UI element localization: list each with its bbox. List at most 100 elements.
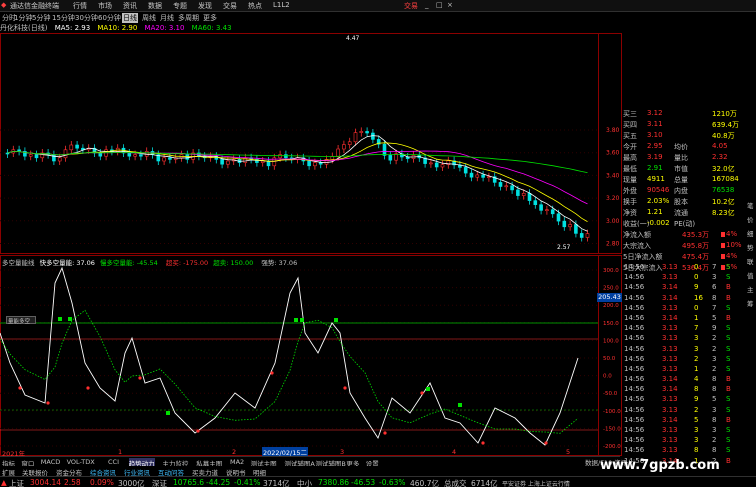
status-news[interactable]: 平安证券 上海上证云行情 (502, 479, 570, 487)
axis-mark-2: 2 (232, 448, 237, 456)
right-tab[interactable]: 联 (747, 256, 754, 266)
period-tab-60min[interactable]: 60分钟 (98, 13, 121, 23)
menu-item-trade[interactable]: 交易 (223, 1, 237, 11)
indicator-tab[interactable]: CCI (108, 458, 119, 466)
candle-body (469, 172, 474, 178)
period-tab-more[interactable]: 更多 (203, 13, 217, 23)
watermark: www.7gpzb.com (600, 458, 720, 473)
quote-value: 4911 (647, 175, 665, 183)
candle-body (556, 213, 561, 222)
menu-item-quote[interactable]: 行情 (73, 1, 87, 11)
tick-volume: 1 (694, 313, 699, 322)
period-tab-daily[interactable]: 日线 (122, 13, 138, 23)
tick-count: 3 (712, 405, 717, 414)
indicator-tab[interactable]: MACD (41, 458, 60, 466)
indicator-value-box: 205.43 (597, 293, 622, 302)
candle-body (516, 189, 520, 196)
tick-row: 14:56 3.14 9 6 B (622, 282, 744, 292)
tick-price: 3.13 (662, 436, 678, 445)
right-tab[interactable]: 势 (747, 242, 754, 252)
tick-time: 14:56 (624, 385, 645, 394)
candle-body (440, 164, 445, 168)
quote-value: 3.11 (647, 120, 663, 128)
tick-count: 8 (712, 293, 717, 302)
menu-item-l1l2[interactable]: L1L2 (273, 1, 290, 9)
tick-direction: B (726, 283, 731, 292)
right-tab[interactable]: 值 (747, 270, 754, 280)
right-tab[interactable]: 筹 (747, 298, 754, 308)
tick-direction: B (726, 456, 731, 465)
period-tab-30min[interactable]: 30分钟 (75, 13, 98, 23)
menu-item-market[interactable]: 市场 (98, 1, 112, 11)
maximize-button[interactable]: □ (436, 1, 443, 9)
tick-direction: S (726, 263, 731, 271)
tick-direction: B (726, 293, 731, 302)
period-tab-multi[interactable]: 多周期 (178, 13, 199, 23)
period-tab-weekly[interactable]: 周线 (142, 13, 156, 23)
flow-value: 475.4万 (682, 253, 710, 261)
period-tab-15min[interactable]: 15分钟 (52, 13, 75, 23)
quote-row: 换手 2.03% 股本 10.2亿 (622, 196, 744, 207)
candle-body (434, 162, 439, 168)
candle-body (336, 148, 340, 157)
tick-volume: 1 (694, 364, 699, 373)
candle-body (307, 160, 311, 167)
menu-item-hot[interactable]: 热点 (248, 1, 262, 11)
right-tab[interactable]: 主 (747, 284, 754, 294)
period-selector: 分时 1分钟 5分钟 15分钟 30分钟 60分钟 日线 周线 月线 多周期 更… (0, 12, 600, 23)
candle-body (562, 220, 567, 228)
quote-label: 买三 (623, 110, 637, 118)
period-tab-1min[interactable]: 1分钟 (14, 13, 32, 23)
tick-volume: 0 (694, 273, 699, 282)
right-tab[interactable]: 价 (747, 214, 754, 224)
period-tab-5min[interactable]: 5分钟 (32, 13, 50, 23)
right-tab[interactable]: 笔 (747, 200, 754, 210)
indicator-axis: 300.0 250.0 200.0 150.0 100.0 50.0 0.0 -50.0 -10… (0, 255, 621, 456)
menu-item-discover[interactable]: 发现 (198, 1, 212, 11)
tick-direction: S (726, 324, 731, 333)
quote-row: 买四 3.11 639.4万 (622, 119, 744, 130)
candle-body (365, 131, 369, 134)
candle-body (127, 152, 132, 157)
period-tab-monthly[interactable]: 月线 (160, 13, 174, 23)
tick-row: 14:56 3.13 3 2 S (622, 435, 744, 445)
flow-label: 净流入额 (623, 231, 651, 239)
quote-label: 收益(一) (623, 220, 650, 228)
indicator-tab[interactable]: VOL-TDX (67, 458, 95, 466)
indicator-tick-label: -100.0 (603, 409, 621, 415)
zx-value: 7380.86 (318, 478, 350, 487)
minimize-button[interactable]: _ (425, 1, 429, 9)
indicator-tick-label: -150.0 (603, 426, 621, 432)
tick-price: 3.13 (662, 446, 678, 455)
quote-value: 1.21 (647, 208, 663, 216)
quote-label: 买五 (623, 132, 637, 140)
indicator-tick-label: 250.0 (603, 286, 619, 292)
indicator-oversold: 超卖: 150.00 (213, 259, 254, 267)
indicator-mini-box[interactable]: 量能多空 (6, 316, 36, 325)
indicator-tick-label: 100.0 (603, 338, 619, 344)
axis-mark-3: 3 (340, 448, 345, 456)
indicator-tab[interactable]: MA2 (230, 458, 244, 466)
tick-time: 14:56 (624, 273, 645, 282)
sh-label: 上证 (9, 479, 24, 487)
chart-area[interactable]: 3.80 3.60 3.40 3.20 3.00 2.80 4.47 2.57 300.0… (0, 33, 622, 456)
menu-item-topic[interactable]: 专题 (173, 1, 187, 11)
signal-dot (46, 401, 50, 405)
trade-button[interactable]: 交易 (404, 1, 418, 11)
quote-value: 90546 (647, 186, 670, 194)
quote-right-value: 8.23亿 (712, 209, 735, 217)
candle-body (585, 233, 590, 238)
tick-row: 14:56 3.13 3 3 S (622, 425, 744, 435)
price-tick-label: 3.20 (606, 195, 620, 202)
tick-row: 14:56 3.14 4 8 B (622, 374, 744, 384)
tick-direction: B (726, 385, 731, 394)
menu-item-data[interactable]: 数据 (148, 1, 162, 11)
quote-row: 买三 3.12 1210万 (622, 108, 744, 119)
tick-count: 8 (712, 446, 717, 455)
quote-value: 2.91 (647, 164, 663, 172)
menu-item-news[interactable]: 资讯 (123, 1, 137, 11)
quote-label-2: 市值 (674, 165, 688, 173)
close-button[interactable]: × (447, 1, 453, 9)
right-tab[interactable]: 细 (747, 228, 754, 238)
candle-body (34, 154, 39, 159)
